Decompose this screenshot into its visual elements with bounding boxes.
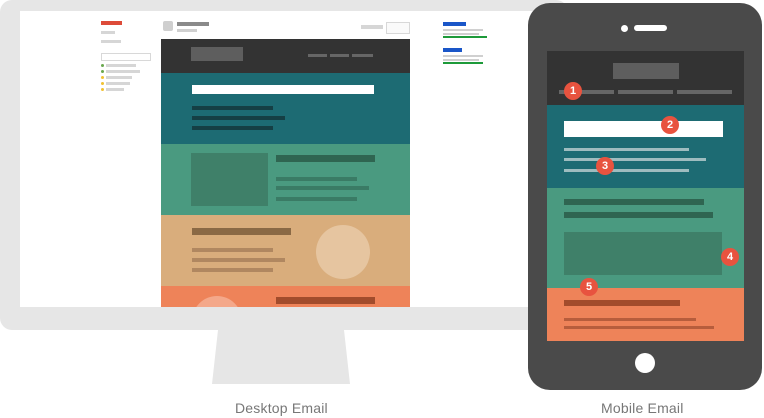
mobile-feature-section xyxy=(547,188,744,288)
mobile-promo-title xyxy=(564,300,680,306)
feature-title xyxy=(276,155,375,162)
label-dot xyxy=(101,76,104,79)
email-feature-section xyxy=(161,144,410,215)
label-dot xyxy=(101,64,104,67)
ad-text xyxy=(443,55,483,57)
ad-title[interactable] xyxy=(443,48,462,52)
home-button-icon[interactable] xyxy=(635,353,655,373)
label-dot xyxy=(101,82,104,85)
mobile-caption: Mobile Email xyxy=(601,400,684,416)
callout-badge-3: 3 xyxy=(596,157,614,175)
monitor-screen xyxy=(20,11,565,307)
mobile-feature-image xyxy=(564,232,722,275)
ad-url[interactable] xyxy=(443,36,487,38)
mobile-hero-headline xyxy=(564,121,723,137)
mobile-promo-section xyxy=(547,288,744,341)
avatar-icon xyxy=(163,21,173,31)
article-circle-image xyxy=(316,225,370,279)
mobile-phone xyxy=(528,3,762,390)
mobile-nav-link[interactable] xyxy=(677,90,732,94)
email-hero-section xyxy=(161,73,410,144)
feature-text-line xyxy=(276,197,357,201)
sidebar-item[interactable] xyxy=(106,70,140,73)
callout-badge-2: 2 xyxy=(661,116,679,134)
label-dot xyxy=(101,70,104,73)
hero-text-line xyxy=(192,126,273,130)
sidebar-item[interactable] xyxy=(101,40,121,43)
article-text-line xyxy=(192,248,273,252)
mobile-email-logo xyxy=(613,63,679,79)
sidebar-item[interactable] xyxy=(106,76,132,79)
feature-image xyxy=(191,153,268,206)
mobile-hero-text-line xyxy=(564,169,689,172)
mobile-feature-subtitle xyxy=(564,212,713,218)
nav-link[interactable] xyxy=(330,54,349,57)
email-article-section xyxy=(161,215,410,286)
monitor-stand xyxy=(212,330,350,384)
promo-title xyxy=(276,297,375,304)
callout-badge-1: 1 xyxy=(564,82,582,100)
timestamp xyxy=(361,25,383,29)
sender-name xyxy=(177,22,209,26)
ad-title[interactable] xyxy=(443,22,466,26)
email-promo-section xyxy=(161,286,410,307)
mobile-feature-title xyxy=(564,199,704,205)
desktop-email-body xyxy=(161,39,410,307)
article-title xyxy=(192,228,291,235)
sidebar-item[interactable] xyxy=(106,88,124,91)
article-text-line xyxy=(192,258,285,262)
mobile-nav-link[interactable] xyxy=(618,90,673,94)
reply-button[interactable] xyxy=(386,22,410,34)
mobile-hero-section xyxy=(547,105,744,188)
sender-email xyxy=(177,29,197,32)
mobile-promo-text-line xyxy=(564,318,696,321)
hero-text-line xyxy=(192,106,273,110)
mobile-promo-text-line xyxy=(564,326,714,329)
feature-text-line xyxy=(276,186,369,190)
feature-text-line xyxy=(276,177,357,181)
mobile-hero-text-line xyxy=(564,158,706,161)
mobile-hero-text-line xyxy=(564,148,689,151)
camera-icon xyxy=(621,25,628,32)
email-logo xyxy=(191,47,243,61)
ad-text xyxy=(443,59,479,61)
callout-badge-5: 5 xyxy=(580,278,598,296)
promo-circle-image xyxy=(192,296,242,307)
article-text-line xyxy=(192,268,273,272)
gmail-logo-icon xyxy=(101,21,122,25)
label-dot xyxy=(101,88,104,91)
callout-badge-4: 4 xyxy=(721,248,739,266)
hero-text-line xyxy=(192,116,285,120)
ad-text xyxy=(443,33,479,35)
desktop-monitor xyxy=(0,0,568,384)
sidebar-item[interactable] xyxy=(101,31,115,34)
speaker-icon xyxy=(634,25,667,31)
sidebar-item[interactable] xyxy=(106,64,136,67)
desktop-caption: Desktop Email xyxy=(235,400,328,416)
ad-url[interactable] xyxy=(443,62,483,64)
nav-link[interactable] xyxy=(352,54,373,57)
sidebar-search[interactable] xyxy=(101,53,151,61)
hero-headline xyxy=(192,85,374,94)
ad-text xyxy=(443,29,483,31)
nav-link[interactable] xyxy=(308,54,327,57)
sidebar-item[interactable] xyxy=(106,82,130,85)
email-header xyxy=(161,39,410,73)
